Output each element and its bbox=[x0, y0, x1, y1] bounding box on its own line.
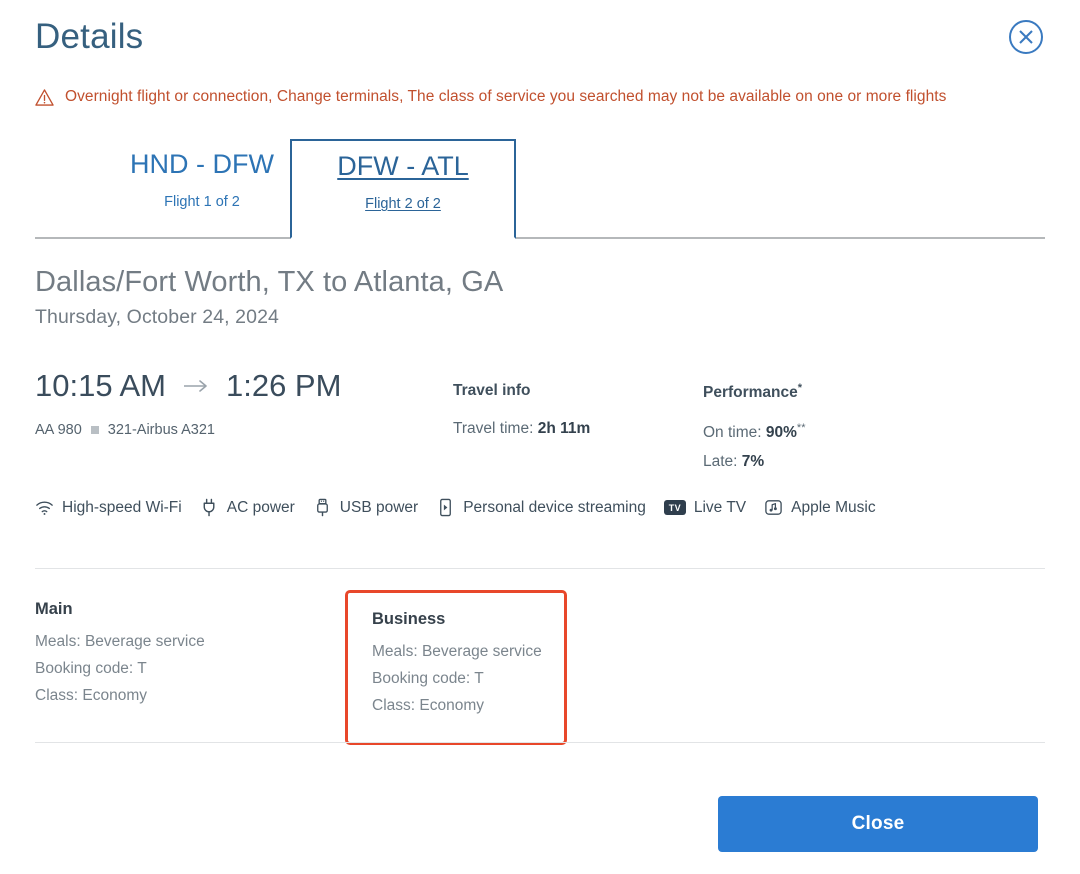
cabin-meals: Meals: Beverage service bbox=[372, 643, 542, 660]
performance-column: Performance* On time: 90%** Late: 7% bbox=[703, 382, 805, 482]
late-label: Late: bbox=[703, 453, 738, 471]
page-title: Details bbox=[35, 17, 144, 56]
travel-time-label: Travel time: bbox=[453, 420, 534, 437]
usb-power-icon bbox=[316, 498, 328, 517]
cabin-meals: Meals: Beverage service bbox=[35, 633, 205, 650]
arrow-right-icon bbox=[183, 379, 207, 392]
flight-times: 10:15 AM 1:26 PM bbox=[35, 370, 341, 401]
cabin-booking-code: Booking code: T bbox=[372, 670, 484, 687]
ac-power-icon bbox=[203, 498, 215, 517]
late-value: 7% bbox=[741, 453, 765, 471]
cabin-card-business[interactable]: Business Meals: Beverage service Booking… bbox=[345, 590, 567, 745]
divider-bottom bbox=[35, 742, 1045, 743]
amenity-apple-music: Apple Music bbox=[764, 498, 876, 517]
travel-info-column: Travel info Travel time: 2h 11m bbox=[453, 382, 590, 449]
performance-heading: Performance* bbox=[703, 382, 805, 402]
aircraft-type: 321-Airbus A321 bbox=[107, 422, 215, 438]
amenity-live-tv: TV Live TV bbox=[663, 498, 747, 517]
alert-banner: Overnight flight or connection, Change t… bbox=[35, 88, 946, 107]
cabin-booking-code: Booking code: T bbox=[35, 660, 147, 677]
close-button[interactable]: Close bbox=[718, 796, 1038, 852]
flight-number: AA 980 bbox=[35, 422, 82, 438]
cabin-options: Main Meals: Beverage service Booking cod… bbox=[35, 590, 1045, 745]
amenity-ac-power: AC power bbox=[200, 498, 295, 517]
tab-dfw-atl[interactable]: DFW - ATL Flight 2 of 2 bbox=[290, 139, 516, 239]
travel-time-value: 2h 11m bbox=[537, 420, 591, 437]
on-time-value: 90% bbox=[765, 424, 797, 442]
travel-time-row: Travel time: 2h 11m bbox=[453, 420, 590, 438]
route-title: Dallas/Fort Worth, TX to Atlanta, GA bbox=[35, 266, 504, 298]
separator-square-icon bbox=[90, 426, 99, 434]
amenity-label: Live TV bbox=[693, 498, 747, 516]
on-time-label: On time: bbox=[703, 424, 762, 442]
route-date: Thursday, October 24, 2024 bbox=[35, 306, 279, 329]
route-heading-block: Dallas/Fort Worth, TX to Atlanta, GA Thu… bbox=[35, 264, 503, 329]
amenities-list: High-speed Wi-Fi AC power USB power Pers… bbox=[35, 498, 885, 517]
amenity-usb-power: USB power bbox=[313, 498, 418, 517]
performance-heading-text: Performance bbox=[703, 384, 798, 402]
amenity-label: Apple Music bbox=[791, 498, 876, 516]
travel-info-heading: Travel info bbox=[453, 382, 531, 399]
personal-device-icon bbox=[440, 498, 452, 517]
cabin-class: Class: Economy bbox=[372, 697, 484, 714]
cabin-name: Business bbox=[372, 610, 446, 628]
warning-triangle-icon bbox=[35, 89, 54, 106]
close-circle-icon[interactable] bbox=[1007, 18, 1045, 56]
apple-music-icon bbox=[765, 500, 782, 515]
tab-sub-label: Flight 2 of 2 bbox=[365, 196, 441, 213]
cabin-card-main[interactable]: Main Meals: Beverage service Booking cod… bbox=[35, 600, 205, 714]
divider-top bbox=[35, 568, 1045, 569]
amenity-label: AC power bbox=[226, 498, 295, 516]
flight-meta: AA 980 321-Airbus A321 bbox=[35, 422, 215, 438]
performance-footnote-marker: * bbox=[797, 382, 803, 394]
amenity-wifi: High-speed Wi-Fi bbox=[35, 498, 182, 517]
amenity-personal-device: Personal device streaming bbox=[436, 498, 646, 517]
amenity-label: USB power bbox=[339, 498, 419, 516]
on-time-row: On time: 90%** bbox=[703, 422, 805, 442]
depart-time: 10:15 AM bbox=[35, 368, 166, 403]
amenity-label: High-speed Wi-Fi bbox=[62, 498, 182, 516]
cabin-class: Class: Economy bbox=[35, 687, 147, 704]
on-time-footnote-marker: ** bbox=[796, 422, 806, 435]
flight-detail-row: 10:15 AM 1:26 PM AA 980 321-Airbus A321 … bbox=[35, 370, 1045, 480]
details-modal: Details Overnight flight or connection, … bbox=[0, 0, 1080, 874]
amenity-label: Personal device streaming bbox=[463, 498, 646, 516]
cabin-name: Main bbox=[35, 600, 73, 618]
live-tv-icon: TV bbox=[663, 500, 686, 515]
arrive-time: 1:26 PM bbox=[225, 368, 342, 403]
tab-sub-label: Flight 1 of 2 bbox=[164, 194, 240, 211]
flight-tabs: HND - DFW Flight 1 of 2 DFW - ATL Flight… bbox=[35, 139, 1045, 239]
tab-route-label: DFW - ATL bbox=[337, 151, 469, 181]
wifi-icon bbox=[36, 501, 53, 515]
modal-header: Details bbox=[35, 17, 1045, 78]
tab-route-label: HND - DFW bbox=[130, 149, 274, 179]
alert-message: Overnight flight or connection, Change t… bbox=[65, 88, 947, 106]
late-row: Late: 7% bbox=[703, 453, 805, 471]
